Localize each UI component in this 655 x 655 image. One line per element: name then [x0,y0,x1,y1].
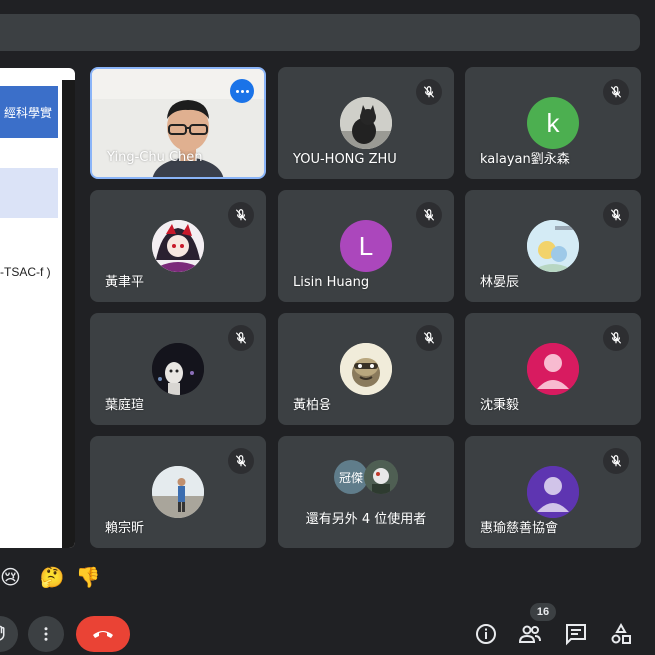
other-user-photo-avatar [364,460,398,494]
participant-name: 葉庭瑄 [105,398,145,413]
more-options-icon[interactable] [230,79,254,103]
beach-photo-avatar [152,466,204,518]
mic-off-icon [228,202,254,228]
mic-off-icon [228,448,254,474]
cartoon-photo-avatar [527,220,579,272]
mic-off-icon [416,202,442,228]
participant-tile[interactable]: YOU-HONG ZHU [278,67,454,179]
participant-name: 林晏辰 [480,275,520,290]
cat-photo-avatar [340,97,392,149]
mic-off-icon [603,79,629,105]
participant-name: kalayan劉永森 [480,152,570,167]
participant-name: 黃柏융 [293,398,331,413]
anime-photo-avatar [152,220,204,272]
reaction-thinking[interactable]: 🤔 [34,565,70,590]
mic-off-icon [228,325,254,351]
raise-hand-button[interactable] [0,616,18,652]
mic-off-icon [416,325,442,351]
participant-tile[interactable]: 葉庭瑄 [90,313,266,425]
reaction-sad[interactable]: 😢 [0,565,20,590]
reaction-bar: 😢 🤔 👎 [0,562,106,592]
mic-off-icon [416,79,442,105]
reaction-thumbs-down[interactable]: 👎 [70,565,106,590]
participant-tile[interactable]: 黃聿平 [90,190,266,302]
participant-name: YOU-HONG ZHU [293,152,397,167]
participant-tile[interactable]: 黃柏융 [278,313,454,425]
people-icon[interactable] [518,622,542,646]
more-options-icon [28,616,64,652]
default-user-avatar [527,466,579,518]
participant-tile-self[interactable]: Ying-Chu Chen [90,67,266,179]
leave-call-button[interactable] [76,616,130,652]
participant-name: 惠瑜慈善協會 [480,521,559,536]
participant-count-badge: 16 [530,603,556,621]
info-icon[interactable] [474,622,498,646]
participant-name: Lisin Huang [293,275,370,290]
default-user-avatar [527,343,579,395]
raccoon-photo-avatar [340,343,392,395]
initial-avatar: L [340,220,392,272]
hangup-icon [76,616,130,652]
presentation-text: -TSAC-f ) [0,265,51,279]
mic-off-icon [603,325,629,351]
raise-hand-icon [0,616,18,652]
participant-tile[interactable]: 沈秉毅 [465,313,641,425]
other-user-avatar: 冠傑 [334,460,368,494]
mic-off-icon [603,448,629,474]
participant-tile[interactable]: k kalayan劉永森 [465,67,641,179]
participant-tile[interactable]: L Lisin Huang [278,190,454,302]
participant-name: 沈秉毅 [480,398,520,413]
participant-tile[interactable]: 賴宗昕 [90,436,266,548]
participant-tile[interactable]: 林晏辰 [465,190,641,302]
chat-icon[interactable] [564,622,588,646]
participant-name: 賴宗昕 [105,521,145,536]
more-options-button[interactable] [28,616,64,652]
presentation-band [0,168,58,218]
presentation-preview[interactable]: 經科學實 -TSAC-f ) [0,68,75,548]
presentation-edge [62,80,75,548]
participant-name: 黃聿平 [105,275,145,290]
mic-off-icon [603,202,629,228]
dog-photo-avatar [152,343,204,395]
top-bar [0,14,640,51]
initial-avatar: k [527,97,579,149]
participant-name: Ying-Chu Chen [107,150,203,165]
participant-tile[interactable]: 惠瑜慈善協會 [465,436,641,548]
others-tile[interactable]: 冠傑 還有另外 4 位使用者 [278,436,454,548]
activities-icon[interactable] [609,622,633,646]
others-label: 還有另外 4 位使用者 [305,512,427,527]
presentation-header-band: 經科學實 [0,86,58,138]
